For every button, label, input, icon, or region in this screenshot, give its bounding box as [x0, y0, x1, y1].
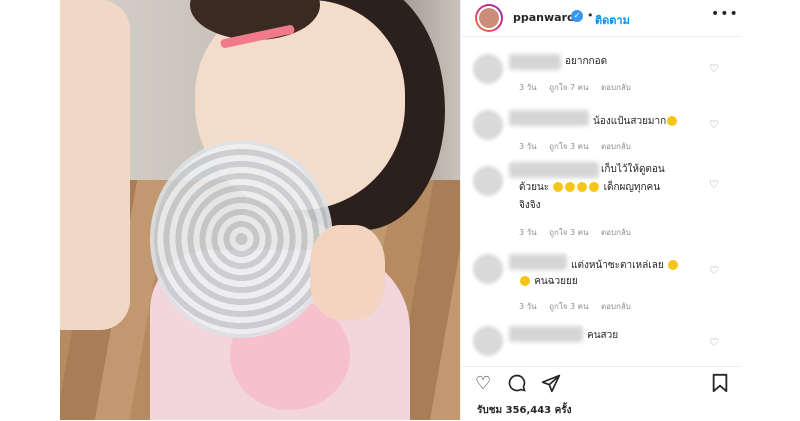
profile-avatar[interactable] — [475, 4, 503, 32]
post-video[interactable] — [60, 0, 460, 420]
comment-reply-button[interactable]: ตอบกลับ — [601, 302, 631, 311]
more-options-icon[interactable]: ••• — [711, 6, 739, 22]
commenter-avatar[interactable] — [473, 54, 503, 84]
comment-text: คนสวย — [587, 330, 619, 341]
emoji-icon — [520, 276, 530, 286]
comment-text-line3: จิงจิง — [519, 200, 541, 211]
child-hand — [310, 225, 385, 320]
emoji-icon — [553, 182, 564, 192]
separator-dot: • — [587, 9, 594, 22]
emoji-icon — [577, 182, 588, 192]
comment-like-icon[interactable]: ♡ — [709, 62, 719, 75]
clear-fan-toy — [150, 140, 333, 338]
commenter-name[interactable] — [509, 162, 599, 178]
emoji-icon — [565, 182, 576, 192]
follow-button[interactable]: ติดตาม — [595, 11, 630, 29]
comment-list: อยากกอด ♡ 3 วัน ถูกใจ 7 คน ตอบกลับ น้องแ… — [461, 36, 741, 366]
view-count: รับชม 356,443 ครั้ง — [477, 405, 572, 416]
comment-likes[interactable]: ถูกใจ 3 คน — [549, 302, 588, 311]
heart-icon[interactable]: ♡ — [475, 373, 491, 394]
commenter-avatar[interactable] — [473, 254, 503, 284]
commenter-name[interactable] — [509, 110, 589, 126]
comment-reply-button[interactable]: ตอบกลับ — [601, 142, 631, 151]
comment-like-icon[interactable]: ♡ — [709, 336, 719, 349]
post-actions: ♡ รับชม 356,443 ครั้ง — [461, 366, 741, 421]
child-arm — [60, 0, 130, 330]
comment-time: 3 วัน — [519, 83, 537, 92]
commenter-avatar[interactable] — [473, 110, 503, 140]
comment-like-icon[interactable]: ♡ — [709, 178, 719, 191]
comment-text-line1: แต่งหน้าซะตาเหล่เลย — [571, 258, 679, 274]
comment-text-line2: คนฉวยยย — [519, 274, 578, 290]
post-sidebar: ppanward ✓ • ติดตาม ••• อยากกอด ♡ 3 วัน … — [460, 0, 741, 420]
comment-likes[interactable]: ถูกใจ 3 คน — [549, 228, 588, 237]
commenter-name[interactable] — [509, 326, 583, 342]
commenter-name[interactable] — [509, 54, 561, 70]
comment-likes[interactable]: ถูกใจ 7 คน — [549, 83, 588, 92]
comment-text-line1: เก็บไว้ให้ดูตอน — [601, 164, 665, 175]
comment-text: อยากกอด — [565, 56, 608, 67]
comment-time: 3 วัน — [519, 302, 537, 311]
comment-reply-button[interactable]: ตอบกลับ — [601, 228, 631, 237]
commenter-name[interactable] — [509, 254, 567, 270]
comment-likes[interactable]: ถูกใจ 3 คน — [549, 142, 588, 151]
share-icon[interactable] — [541, 373, 561, 398]
verified-badge-icon: ✓ — [571, 10, 583, 22]
commenter-avatar[interactable] — [473, 326, 503, 356]
post-header: ppanward ✓ • ติดตาม ••• — [461, 0, 741, 37]
avatar-frame — [477, 6, 501, 30]
emoji-icon — [589, 182, 600, 192]
comment-time: 3 วัน — [519, 228, 537, 237]
comment-text-line2: ด้วยนะ เด็กผญทุกคน — [519, 182, 661, 193]
comment-text: น้องแป้นสวยมาก — [593, 114, 678, 130]
emoji-icon — [667, 116, 678, 126]
comment-reply-button[interactable]: ตอบกลับ — [601, 83, 631, 92]
emoji-icon — [667, 260, 678, 270]
comment-icon[interactable] — [507, 373, 527, 398]
username[interactable]: ppanward — [513, 11, 575, 24]
bookmark-icon[interactable] — [711, 373, 729, 398]
comment-like-icon[interactable]: ♡ — [709, 264, 719, 277]
commenter-avatar[interactable] — [473, 166, 503, 196]
comment-like-icon[interactable]: ♡ — [709, 118, 719, 131]
avatar-image — [479, 8, 499, 28]
comment-time: 3 วัน — [519, 142, 537, 151]
